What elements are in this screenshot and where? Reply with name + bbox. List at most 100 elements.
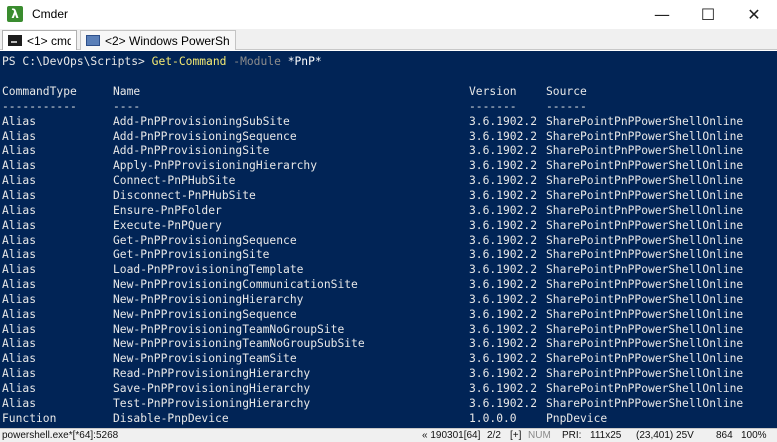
table-row-name: Execute-PnPQuery [113, 218, 222, 232]
table-row-source: SharePointPnPPowerShellOnline [546, 144, 744, 158]
table-row-commandtype: Alias [2, 203, 37, 217]
tab-bar: <1> cmd <2> Windows PowerSh... + ▾ ▾ [0, 29, 777, 77]
table-row-source: PnpDevice [546, 411, 608, 425]
header-source: Source [546, 85, 587, 98]
status-value: 864 [716, 430, 733, 441]
status-page: 2/2 [487, 430, 501, 441]
table-row-source: SharePointPnPPowerShellOnline [546, 159, 744, 173]
table-row-version: 3.6.1902.2 [469, 278, 538, 292]
minimize-button[interactable]: — [639, 0, 685, 29]
status-plus: [+] [510, 430, 522, 441]
table-row-name: New-PnPProvisioningHierarchy [113, 292, 304, 306]
table-row-version: 3.6.1902.2 [469, 159, 538, 173]
table-row-commandtype: Alias [2, 233, 37, 247]
status-num: NUM [528, 430, 551, 441]
table-row-source: SharePointPnPPowerShellOnline [546, 367, 744, 381]
table-row-name: New-PnPProvisioningTeamSite [113, 352, 297, 366]
table-row-name: Get-PnPProvisioningSite [113, 248, 270, 262]
cmd-icon [8, 35, 22, 46]
table-row-version: 3.6.1902.2 [469, 144, 538, 158]
prompt-path: PS C:\DevOps\Scripts> [2, 55, 145, 68]
table-row-version: 3.6.1902.2 [469, 352, 538, 366]
header-underline-source: ------ [546, 99, 587, 113]
tab-label: <1> cmd [27, 33, 71, 48]
maximize-button[interactable]: ☐ [685, 0, 731, 29]
table-row-commandtype: Alias [2, 159, 37, 173]
prompt-line: PS C:\DevOps\Scripts> Get-Command -Modul… [2, 54, 322, 69]
table-row-commandtype: Alias [2, 218, 37, 232]
arg-text: *PnP* [287, 55, 322, 68]
table-row-name: Read-PnPProvisioningHierarchy [113, 367, 311, 381]
table-row-name: New-PnPProvisioningTeamNoGroupSite [113, 322, 345, 336]
status-pri-label: PRI: [562, 430, 582, 441]
table-row-version: 3.6.1902.2 [469, 129, 538, 143]
cmder-lambda-icon: λ [7, 6, 23, 22]
table-row-source: SharePointPnPPowerShellOnline [546, 129, 744, 143]
close-button[interactable]: ✕ [731, 0, 777, 29]
table-row-commandtype: Alias [2, 174, 37, 188]
table-row-commandtype: Alias [2, 129, 37, 143]
console-output[interactable]: PS C:\DevOps\Scripts> Get-Command -Modul… [0, 51, 777, 428]
table-row-source: SharePointPnPPowerShellOnline [546, 203, 744, 217]
table-row-name: Load-PnPProvisioningTemplate [113, 263, 304, 277]
table-row-source: SharePointPnPPowerShellOnline [546, 233, 744, 247]
table-row-commandtype: Alias [2, 292, 37, 306]
table-row-source: SharePointPnPPowerShellOnline [546, 278, 744, 292]
table-row-version: 3.6.1902.2 [469, 248, 538, 262]
status-process: powershell.exe*[*64]:5268 [2, 430, 119, 441]
table-row-source: SharePointPnPPowerShellOnline [546, 114, 744, 128]
table-row-source: SharePointPnPPowerShellOnline [546, 322, 744, 336]
table-row-source: SharePointPnPPowerShellOnline [546, 396, 744, 410]
table-row-name: Add-PnPProvisioningSequence [113, 129, 297, 143]
table-row-source: SharePointPnPPowerShellOnline [546, 263, 744, 277]
table-row-source: SharePointPnPPowerShellOnline [546, 337, 744, 351]
table-row-commandtype: Alias [2, 144, 37, 158]
table-row-source: SharePointPnPPowerShellOnline [546, 248, 744, 262]
table-row-commandtype: Alias [2, 114, 37, 128]
scrollbar[interactable] [770, 51, 777, 428]
table-row-version: 3.6.1902.2 [469, 307, 538, 321]
table-row-name: New-PnPProvisioningSequence [113, 307, 297, 321]
table-row-name: Add-PnPProvisioningSubSite [113, 114, 290, 128]
table-row-name: Apply-PnPProvisioningHierarchy [113, 159, 318, 173]
header-commandtype: CommandType [2, 85, 77, 98]
table-row-commandtype: Alias [2, 278, 37, 292]
table-row-source: SharePointPnPPowerShellOnline [546, 352, 744, 366]
table-row-version: 3.6.1902.2 [469, 396, 538, 410]
table-row-version: 3.6.1902.2 [469, 337, 538, 351]
table-row-name: Connect-PnPHubSite [113, 174, 236, 188]
table-row-source: SharePointPnPPowerShellOnline [546, 292, 744, 306]
header-version: Version [469, 85, 517, 98]
header-underline-commandtype: ----------- [2, 99, 77, 113]
powershell-icon [86, 35, 100, 46]
table-row-version: 3.6.1902.2 [469, 382, 538, 395]
table-row-version: 1.0.0.0 [469, 411, 517, 425]
title-bar[interactable]: λ Cmder — ☐ ✕ [0, 0, 777, 29]
table-row-source: SharePointPnPPowerShellOnline [546, 218, 744, 232]
tab-label: <2> Windows PowerSh... [105, 33, 230, 48]
param-text: -Module [233, 55, 281, 68]
table-row-name: New-PnPProvisioningTeamNoGroupSubSite [113, 337, 365, 351]
tab-cmd[interactable]: <1> cmd [2, 30, 77, 50]
table-row-commandtype: Alias [2, 263, 37, 277]
table-row-name: Get-PnPProvisioningSequence [113, 233, 297, 247]
table-row-name: New-PnPProvisioningCommunicationSite [113, 278, 358, 292]
table-row-name: Disconnect-PnPHubSite [113, 188, 256, 202]
header-name: Name [113, 85, 141, 98]
command-text: Get-Command [151, 55, 227, 68]
status-bar: powershell.exe*[*64]:5268 « 190301[64] 2… [0, 428, 777, 442]
table-row-commandtype: Alias [2, 396, 37, 410]
header-underline-name: ---- [113, 99, 141, 113]
table-row-commandtype: Alias [2, 367, 37, 381]
table-row-version: 3.6.1902.2 [469, 174, 538, 188]
table-row-source: SharePointPnPPowerShellOnline [546, 174, 744, 188]
table-row-commandtype: Alias [2, 352, 37, 366]
status-zoom: 100% [741, 430, 767, 441]
table-row-name: Ensure-PnPFolder [113, 203, 222, 217]
tab-windows-powershell[interactable]: <2> Windows PowerSh... [80, 30, 236, 50]
table-row-version: 3.6.1902.2 [469, 263, 538, 277]
table-row-version: 3.6.1902.2 [469, 203, 538, 217]
table-row-name: Disable-PnpDevice [113, 411, 229, 425]
table-row-commandtype: Alias [2, 188, 37, 202]
table-row-commandtype: Alias [2, 382, 37, 395]
